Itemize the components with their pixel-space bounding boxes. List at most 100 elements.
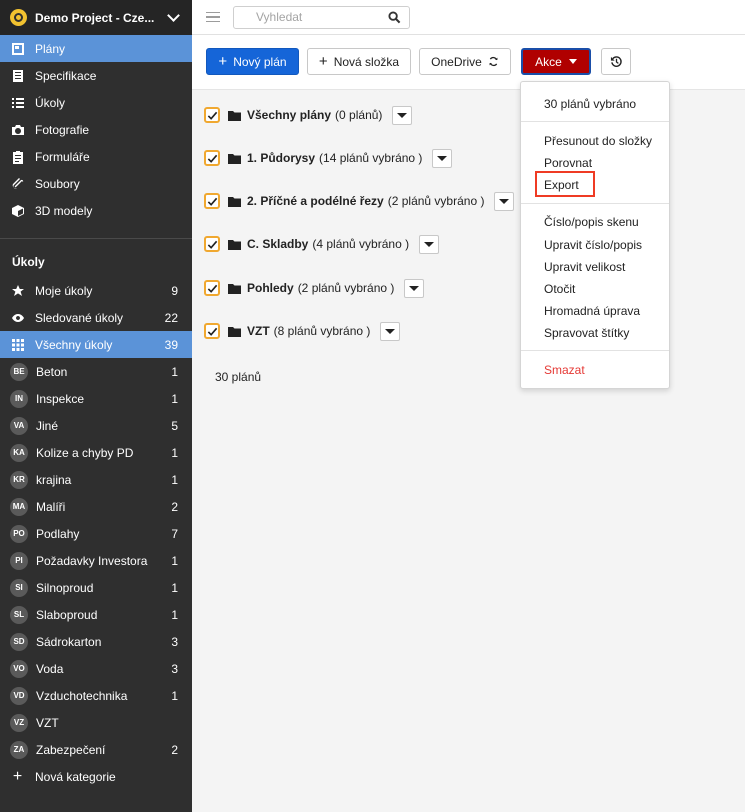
new-folder-button[interactable]: + Nová složka — [307, 48, 411, 75]
sidebar-item-label: Plány — [35, 41, 66, 56]
sidebar-item-my-tasks[interactable]: Moje úkoly 9 — [0, 277, 192, 304]
actions-menu: 30 plánů vybráno Přesunout do složky Por… — [520, 81, 670, 389]
check-icon — [207, 284, 217, 293]
chevron-down-icon[interactable] — [167, 9, 180, 22]
folder-meta: (14 plánů vybráno ) — [319, 151, 423, 165]
sidebar-category-item[interactable]: SD Sádrokarton 3 — [0, 628, 192, 655]
sidebar-category-item[interactable]: IN Inspekce 1 — [0, 385, 192, 412]
category-badge: KR — [10, 470, 28, 489]
folder-name[interactable]: C. Skladby — [247, 237, 308, 251]
sidebar-item-files[interactable]: Soubory — [0, 170, 192, 197]
folder-dropdown-button[interactable] — [380, 321, 401, 341]
category-badge: SI — [10, 578, 28, 597]
sidebar-item-forms[interactable]: Formuláře — [0, 143, 192, 170]
sidebar-category-item[interactable]: ZA Zabezpečení 2 — [0, 736, 192, 763]
folder-dropdown-button[interactable] — [404, 278, 425, 298]
folder-row: 1. Půdorysy (14 plánů vybráno ) — [204, 148, 453, 168]
sidebar-item-watched-tasks[interactable]: Sledované úkoly 22 — [0, 304, 192, 331]
app-logo-icon — [10, 9, 27, 26]
folder-dropdown-button[interactable] — [392, 105, 413, 125]
plus-icon: + — [318, 52, 328, 70]
category-label: VZT — [36, 715, 59, 730]
sidebar-category-item[interactable]: VA Jiné 5 — [0, 412, 192, 439]
sidebar-item-tasks[interactable]: Úkoly — [0, 89, 192, 116]
sidebar-category-item[interactable]: VO Voda 3 — [0, 655, 192, 682]
caret-down-icon — [499, 198, 510, 204]
category-count: 1 — [171, 580, 178, 595]
category-badge: VA — [10, 416, 28, 435]
category-list: BE Beton 1 IN Inspekce 1 VA Jiné 5 KA Kolize a chy… — [0, 358, 192, 763]
folder-row: C. Skladby (4 plánů vybráno ) — [204, 234, 440, 254]
search-input[interactable]: Vyhledat — [233, 5, 410, 29]
sidebar-category-item[interactable]: SI Silnoproud 1 — [0, 574, 192, 601]
new-category-button[interactable]: + Nová kategorie — [0, 763, 192, 790]
sidebar-category-item[interactable]: PO Podlahy 7 — [0, 520, 192, 547]
new-plan-button[interactable]: + Nový plán — [206, 48, 299, 75]
sidebar-category-item[interactable]: BE Beton 1 — [0, 358, 192, 385]
category-badge: MA — [10, 497, 28, 516]
folder-row: Všechny plány (0 plánů) — [204, 105, 413, 125]
sidebar-category-item[interactable]: VZ VZT — [0, 709, 192, 736]
menu-item-delete[interactable]: Smazat — [544, 362, 585, 378]
sidebar-category-item[interactable]: VD Vzduchotechnika 1 — [0, 682, 192, 709]
cube-icon — [10, 203, 25, 218]
plans-icon — [10, 41, 25, 56]
category-badge: IN — [10, 389, 28, 408]
category-label: krajina — [36, 472, 72, 487]
folder-name[interactable]: Všechny plány — [247, 108, 331, 122]
history-button[interactable] — [601, 48, 631, 75]
category-badge: ZA — [10, 740, 28, 759]
folder-name[interactable]: VZT — [247, 324, 270, 338]
menu-item-export[interactable]: Export — [544, 177, 579, 193]
category-count: 1 — [171, 553, 178, 568]
category-label: Sádrokarton — [36, 634, 102, 649]
sidebar-item-label: Fotografie — [35, 122, 90, 137]
menu-item-scan-number[interactable]: Číslo/popis skenu — [544, 214, 639, 230]
sidebar-item-3d-models[interactable]: 3D modely — [0, 197, 192, 224]
new-category-label: Nová kategorie — [35, 769, 116, 784]
menu-item-bulk-edit[interactable]: Hromadná úprava — [544, 303, 640, 319]
folder-name[interactable]: 1. Půdorysy — [247, 151, 315, 165]
folder-checkbox[interactable] — [204, 236, 220, 252]
sidebar-category-item[interactable]: SL Slaboproud 1 — [0, 601, 192, 628]
eye-icon — [10, 310, 25, 325]
actions-label: Akce — [535, 54, 562, 69]
sidebar-item-specification[interactable]: Specifikace — [0, 62, 192, 89]
menu-item-move-to-folder[interactable]: Přesunout do složky — [544, 133, 652, 149]
sidebar-item-plans[interactable]: Plány — [0, 35, 192, 62]
folder-dropdown-button[interactable] — [419, 234, 440, 254]
menu-item-compare[interactable]: Porovnat — [544, 155, 592, 171]
sidebar-category-item[interactable]: PI Požadavky Investora 1 — [0, 547, 192, 574]
hamburger-menu-icon[interactable] — [206, 9, 220, 26]
folder-dropdown-button[interactable] — [432, 148, 453, 168]
folder-icon — [228, 239, 241, 250]
project-switcher[interactable]: Demo Project - Cze... — [0, 0, 192, 35]
sidebar-category-item[interactable]: MA Malíři 2 — [0, 493, 192, 520]
menu-item-resize[interactable]: Upravit velikost — [544, 259, 625, 275]
sidebar-item-photos[interactable]: Fotografie — [0, 116, 192, 143]
sidebar-item-all-tasks[interactable]: Všechny úkoly 39 — [0, 331, 192, 358]
menu-item-manage-tags[interactable]: Spravovat štítky — [544, 325, 629, 341]
category-count: 7 — [171, 526, 178, 541]
folder-checkbox[interactable] — [204, 323, 220, 339]
folder-checkbox[interactable] — [204, 280, 220, 296]
project-name: Demo Project - Cze... — [35, 10, 155, 25]
plans-total: 30 plánů — [215, 370, 262, 384]
menu-item-edit-number[interactable]: Upravit číslo/popis — [544, 237, 642, 253]
sidebar-item-label: Sledované úkoly — [35, 310, 124, 325]
clipboard-icon — [10, 149, 25, 164]
check-icon — [207, 111, 217, 120]
folder-checkbox[interactable] — [204, 150, 220, 166]
sidebar-category-item[interactable]: KA Kolize a chyby PD 1 — [0, 439, 192, 466]
actions-dropdown-button[interactable]: Akce — [521, 48, 591, 75]
onedrive-sync-button[interactable]: OneDrive — [419, 48, 511, 75]
folder-checkbox[interactable] — [204, 107, 220, 123]
folder-name[interactable]: Pohledy — [247, 281, 294, 295]
category-label: Malíři — [36, 499, 66, 514]
folder-checkbox[interactable] — [204, 193, 220, 209]
sidebar-category-item[interactable]: KR krajina 1 — [0, 466, 192, 493]
menu-item-rotate[interactable]: Otočit — [544, 281, 575, 297]
folder-dropdown-button[interactable] — [494, 191, 515, 211]
folder-name[interactable]: 2. Příčné a podélné řezy — [247, 194, 384, 208]
caret-down-icon — [424, 241, 435, 247]
